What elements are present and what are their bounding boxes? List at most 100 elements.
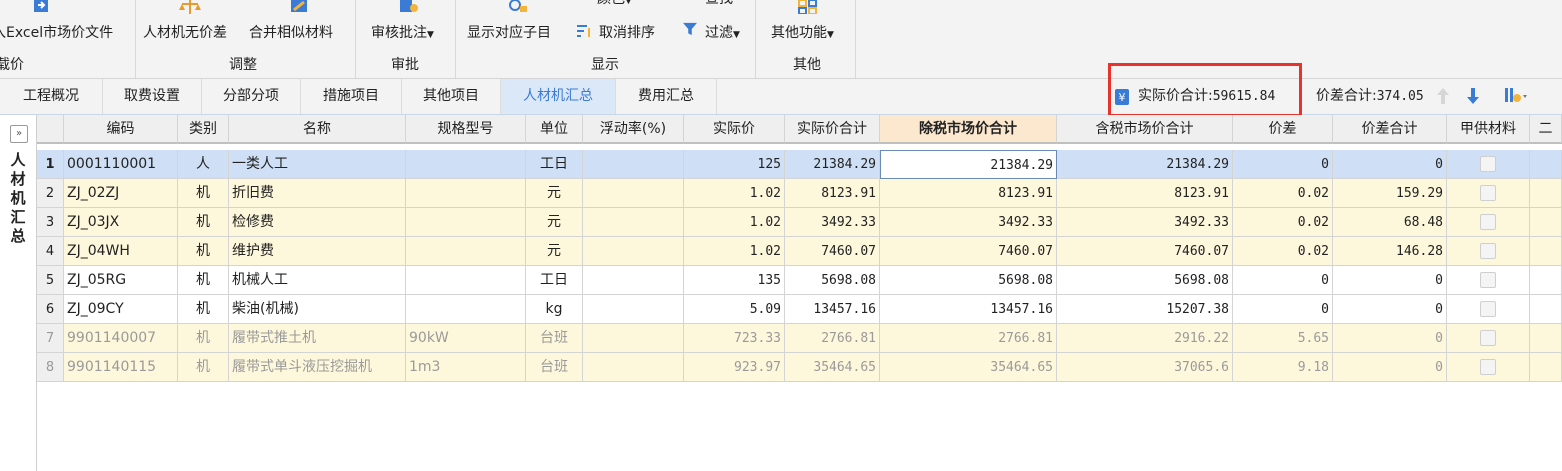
- ex-tax-market-total-cell[interactable]: 7460.07: [880, 237, 1057, 266]
- header-actual-price-total[interactable]: 实际价合计: [785, 115, 880, 144]
- price-diff-total-cell[interactable]: 0: [1333, 150, 1447, 179]
- float-rate-cell[interactable]: [583, 208, 684, 237]
- type-cell[interactable]: 机: [178, 179, 229, 208]
- ex-tax-market-total-cell[interactable]: 35464.65: [880, 353, 1057, 382]
- float-rate-cell[interactable]: [583, 237, 684, 266]
- actual-price-total-cell[interactable]: 5698.08: [785, 266, 880, 295]
- ex-tax-market-total-cell[interactable]: 8123.91: [880, 179, 1057, 208]
- ex-tax-market-total-cell[interactable]: 5698.08: [880, 266, 1057, 295]
- owner-supplied-checkbox[interactable]: [1480, 330, 1496, 346]
- owner-supplied-checkbox[interactable]: [1480, 185, 1496, 201]
- header-actual-price[interactable]: 实际价: [684, 115, 785, 144]
- price-diff-cell[interactable]: 0: [1233, 295, 1333, 324]
- actual-price-cell[interactable]: 1.02: [684, 179, 785, 208]
- type-cell[interactable]: 机: [178, 208, 229, 237]
- move-down-arrow-icon[interactable]: [1466, 87, 1480, 105]
- owner-supplied-checkbox[interactable]: [1480, 272, 1496, 288]
- actual-price-total-cell[interactable]: 7460.07: [785, 237, 880, 266]
- price-diff-cell[interactable]: 0: [1233, 266, 1333, 295]
- header-spec[interactable]: 规格型号: [406, 115, 526, 144]
- spec-cell[interactable]: [406, 150, 526, 179]
- actual-price-total-cell[interactable]: 8123.91: [785, 179, 880, 208]
- code-cell[interactable]: 9901140115: [64, 353, 178, 382]
- spec-cell[interactable]: [406, 237, 526, 266]
- find-button[interactable]: 查找: [681, 0, 751, 8]
- header-unit[interactable]: 单位: [526, 115, 583, 144]
- tab-other-items[interactable]: 其他项目: [402, 79, 501, 114]
- extra-cell[interactable]: [1530, 208, 1562, 237]
- filter-button[interactable]: 过滤▼: [681, 18, 751, 44]
- header-name[interactable]: 名称: [229, 115, 406, 144]
- actual-price-cell[interactable]: 5.09: [684, 295, 785, 324]
- inc-tax-market-total-cell[interactable]: 15207.38: [1057, 295, 1233, 324]
- unit-cell[interactable]: 元: [526, 208, 583, 237]
- inc-tax-market-total-cell[interactable]: 5698.08: [1057, 266, 1233, 295]
- actual-price-cell[interactable]: 923.97: [684, 353, 785, 382]
- spec-cell[interactable]: 1m3: [406, 353, 526, 382]
- tab-divisional-items[interactable]: 分部分项: [202, 79, 301, 114]
- extra-cell[interactable]: [1530, 295, 1562, 324]
- actual-price-total-cell[interactable]: 13457.16: [785, 295, 880, 324]
- table-row[interactable]: 6 ZJ_09CY 机柴油(机械) kg 5.09 13457.16 13457.16 152…: [37, 295, 1562, 324]
- float-rate-cell[interactable]: [583, 295, 684, 324]
- move-up-arrow-icon[interactable]: [1436, 87, 1450, 105]
- name-cell[interactable]: 折旧费: [229, 179, 406, 208]
- code-cell[interactable]: ZJ_09CY: [64, 295, 178, 324]
- spec-cell[interactable]: [406, 266, 526, 295]
- float-rate-cell[interactable]: [583, 150, 684, 179]
- no-price-diff-button[interactable]: 人材机无价差: [143, 0, 243, 48]
- float-rate-cell[interactable]: [583, 324, 684, 353]
- tab-cost-summary[interactable]: 费用汇总: [616, 79, 717, 114]
- price-diff-total-cell[interactable]: 0: [1333, 324, 1447, 353]
- actual-price-total-cell[interactable]: 2766.81: [785, 324, 880, 353]
- unit-cell[interactable]: 台班: [526, 324, 583, 353]
- unit-cell[interactable]: 台班: [526, 353, 583, 382]
- price-diff-cell[interactable]: 5.65: [1233, 324, 1333, 353]
- show-sub-items-button[interactable]: 显示对应子目: [465, 0, 561, 48]
- table-row[interactable]: 5 ZJ_05RG 机机械人工 工日 135 5698.08 5698.08 5698.08 0…: [37, 266, 1562, 295]
- table-row[interactable]: 8 9901140115 机履带式单斗液压挖掘机 1m3 台班 923.97 35464.6…: [37, 353, 1562, 382]
- actual-price-cell[interactable]: 125: [684, 150, 785, 179]
- inc-tax-market-total-cell[interactable]: 37065.6: [1057, 353, 1233, 382]
- code-cell[interactable]: ZJ_05RG: [64, 266, 178, 295]
- float-rate-cell[interactable]: [583, 353, 684, 382]
- cancel-sort-button[interactable]: 取消排序: [571, 18, 671, 44]
- header-ex-tax-market-total[interactable]: 除税市场价合计: [880, 115, 1057, 144]
- float-rate-cell[interactable]: [583, 266, 684, 295]
- review-annotation-button[interactable]: 审核批注▼: [367, 0, 451, 48]
- inc-tax-market-total-cell[interactable]: 21384.29: [1057, 150, 1233, 179]
- price-diff-total-cell[interactable]: 0: [1333, 266, 1447, 295]
- ex-tax-market-total-cell[interactable]: 3492.33: [880, 208, 1057, 237]
- code-cell[interactable]: ZJ_03JX: [64, 208, 178, 237]
- price-diff-total-cell[interactable]: 159.29: [1333, 179, 1447, 208]
- actual-price-total-cell[interactable]: 35464.65: [785, 353, 880, 382]
- name-cell[interactable]: 机械人工: [229, 266, 406, 295]
- code-cell[interactable]: ZJ_04WH: [64, 237, 178, 266]
- price-diff-cell[interactable]: 0.02: [1233, 237, 1333, 266]
- header-col-extra[interactable]: 二: [1530, 115, 1562, 144]
- unit-cell[interactable]: 工日: [526, 266, 583, 295]
- actual-price-cell[interactable]: 723.33: [684, 324, 785, 353]
- header-price-diff-total[interactable]: 价差合计: [1333, 115, 1447, 144]
- code-cell[interactable]: ZJ_02ZJ: [64, 179, 178, 208]
- type-cell[interactable]: 机: [178, 353, 229, 382]
- owner-supplied-checkbox[interactable]: [1480, 359, 1496, 375]
- type-cell[interactable]: 机: [178, 266, 229, 295]
- table-row[interactable]: 7 9901140007 机履带式推土机 90kW 台班 723.33 2766.81 276…: [37, 324, 1562, 353]
- extra-cell[interactable]: [1530, 237, 1562, 266]
- other-functions-button[interactable]: 其他功能▼: [769, 0, 849, 48]
- column-settings-icon[interactable]: [1504, 87, 1528, 105]
- actual-price-cell[interactable]: 1.02: [684, 208, 785, 237]
- name-cell[interactable]: 检修费: [229, 208, 406, 237]
- name-cell[interactable]: 维护费: [229, 237, 406, 266]
- header-float-rate[interactable]: 浮动率(%): [583, 115, 684, 144]
- import-excel-market-price-button[interactable]: 入Excel市场价文件: [0, 0, 130, 48]
- tab-project-overview[interactable]: 工程概况: [0, 79, 103, 114]
- extra-cell[interactable]: [1530, 179, 1562, 208]
- extra-cell[interactable]: [1530, 150, 1562, 179]
- code-cell[interactable]: 0001110001: [64, 150, 178, 179]
- price-diff-cell[interactable]: 0: [1233, 150, 1333, 179]
- unit-cell[interactable]: 工日: [526, 150, 583, 179]
- tab-fee-settings[interactable]: 取费设置: [103, 79, 202, 114]
- type-cell[interactable]: 人: [178, 150, 229, 179]
